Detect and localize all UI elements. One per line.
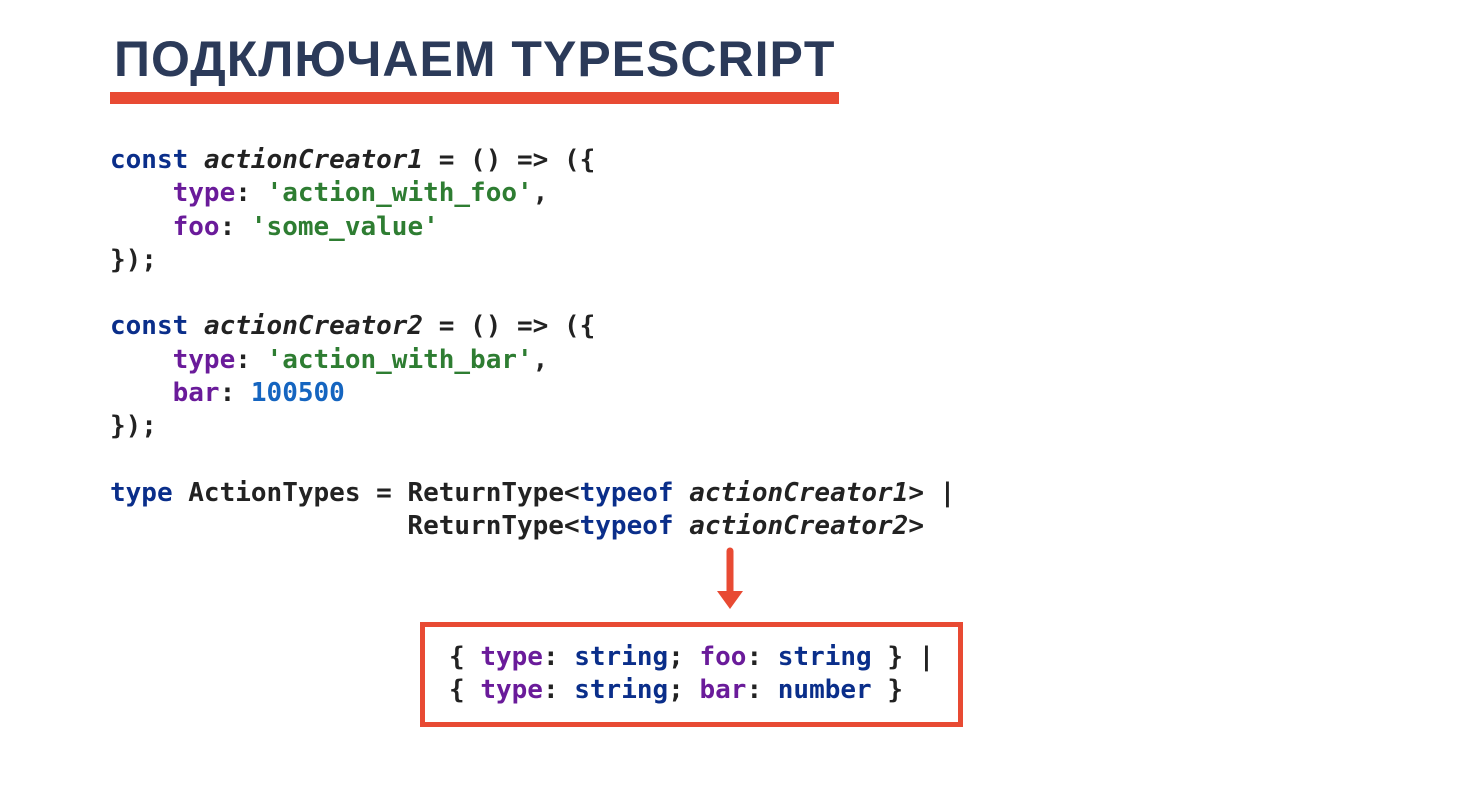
property-key: type — [173, 178, 236, 208]
keyword-const: const — [110, 145, 188, 175]
number-literal: 100500 — [251, 378, 345, 408]
identifier: actionCreator1 — [204, 145, 423, 175]
property-key: bar — [699, 675, 746, 705]
identifier: actionCreator2 — [204, 311, 423, 341]
identifier: actionCreator1 — [689, 478, 908, 508]
type-keyword: string — [574, 642, 668, 672]
string-literal: 'action_with_foo' — [267, 178, 533, 208]
code-text: }); — [110, 411, 157, 441]
string-literal: 'some_value' — [251, 212, 439, 242]
property-key: bar — [173, 378, 220, 408]
keyword-const: const — [110, 311, 188, 341]
slide: ПОДКЛЮЧАЕМ TYPESCRIPT const actionCreato… — [0, 0, 1472, 757]
keyword-type: type — [110, 478, 173, 508]
code-text: }); — [110, 245, 157, 275]
code-block: const actionCreator1 = () => ({ type: 'a… — [110, 144, 1362, 543]
arrow-down-icon — [420, 547, 1040, 616]
type-keyword: number — [778, 675, 872, 705]
code-text: = () => ({ — [423, 145, 595, 175]
result-box: { type: string; foo: string } | { type: … — [420, 622, 963, 727]
type-keyword: string — [574, 675, 668, 705]
identifier: actionCreator2 — [689, 511, 908, 541]
slide-title: ПОДКЛЮЧАЕМ TYPESCRIPT — [110, 30, 839, 88]
property-key: foo — [173, 212, 220, 242]
property-key: type — [480, 675, 543, 705]
type-name: ActionTypes — [188, 478, 360, 508]
property-key: foo — [699, 642, 746, 672]
code-text: = () => ({ — [423, 311, 595, 341]
property-key: type — [173, 345, 236, 375]
heading-underline: ПОДКЛЮЧАЕМ TYPESCRIPT — [110, 30, 839, 104]
type-keyword: string — [778, 642, 872, 672]
string-literal: 'action_with_bar' — [267, 345, 533, 375]
keyword-typeof: typeof — [580, 478, 674, 508]
property-key: type — [480, 642, 543, 672]
keyword-typeof: typeof — [580, 511, 674, 541]
